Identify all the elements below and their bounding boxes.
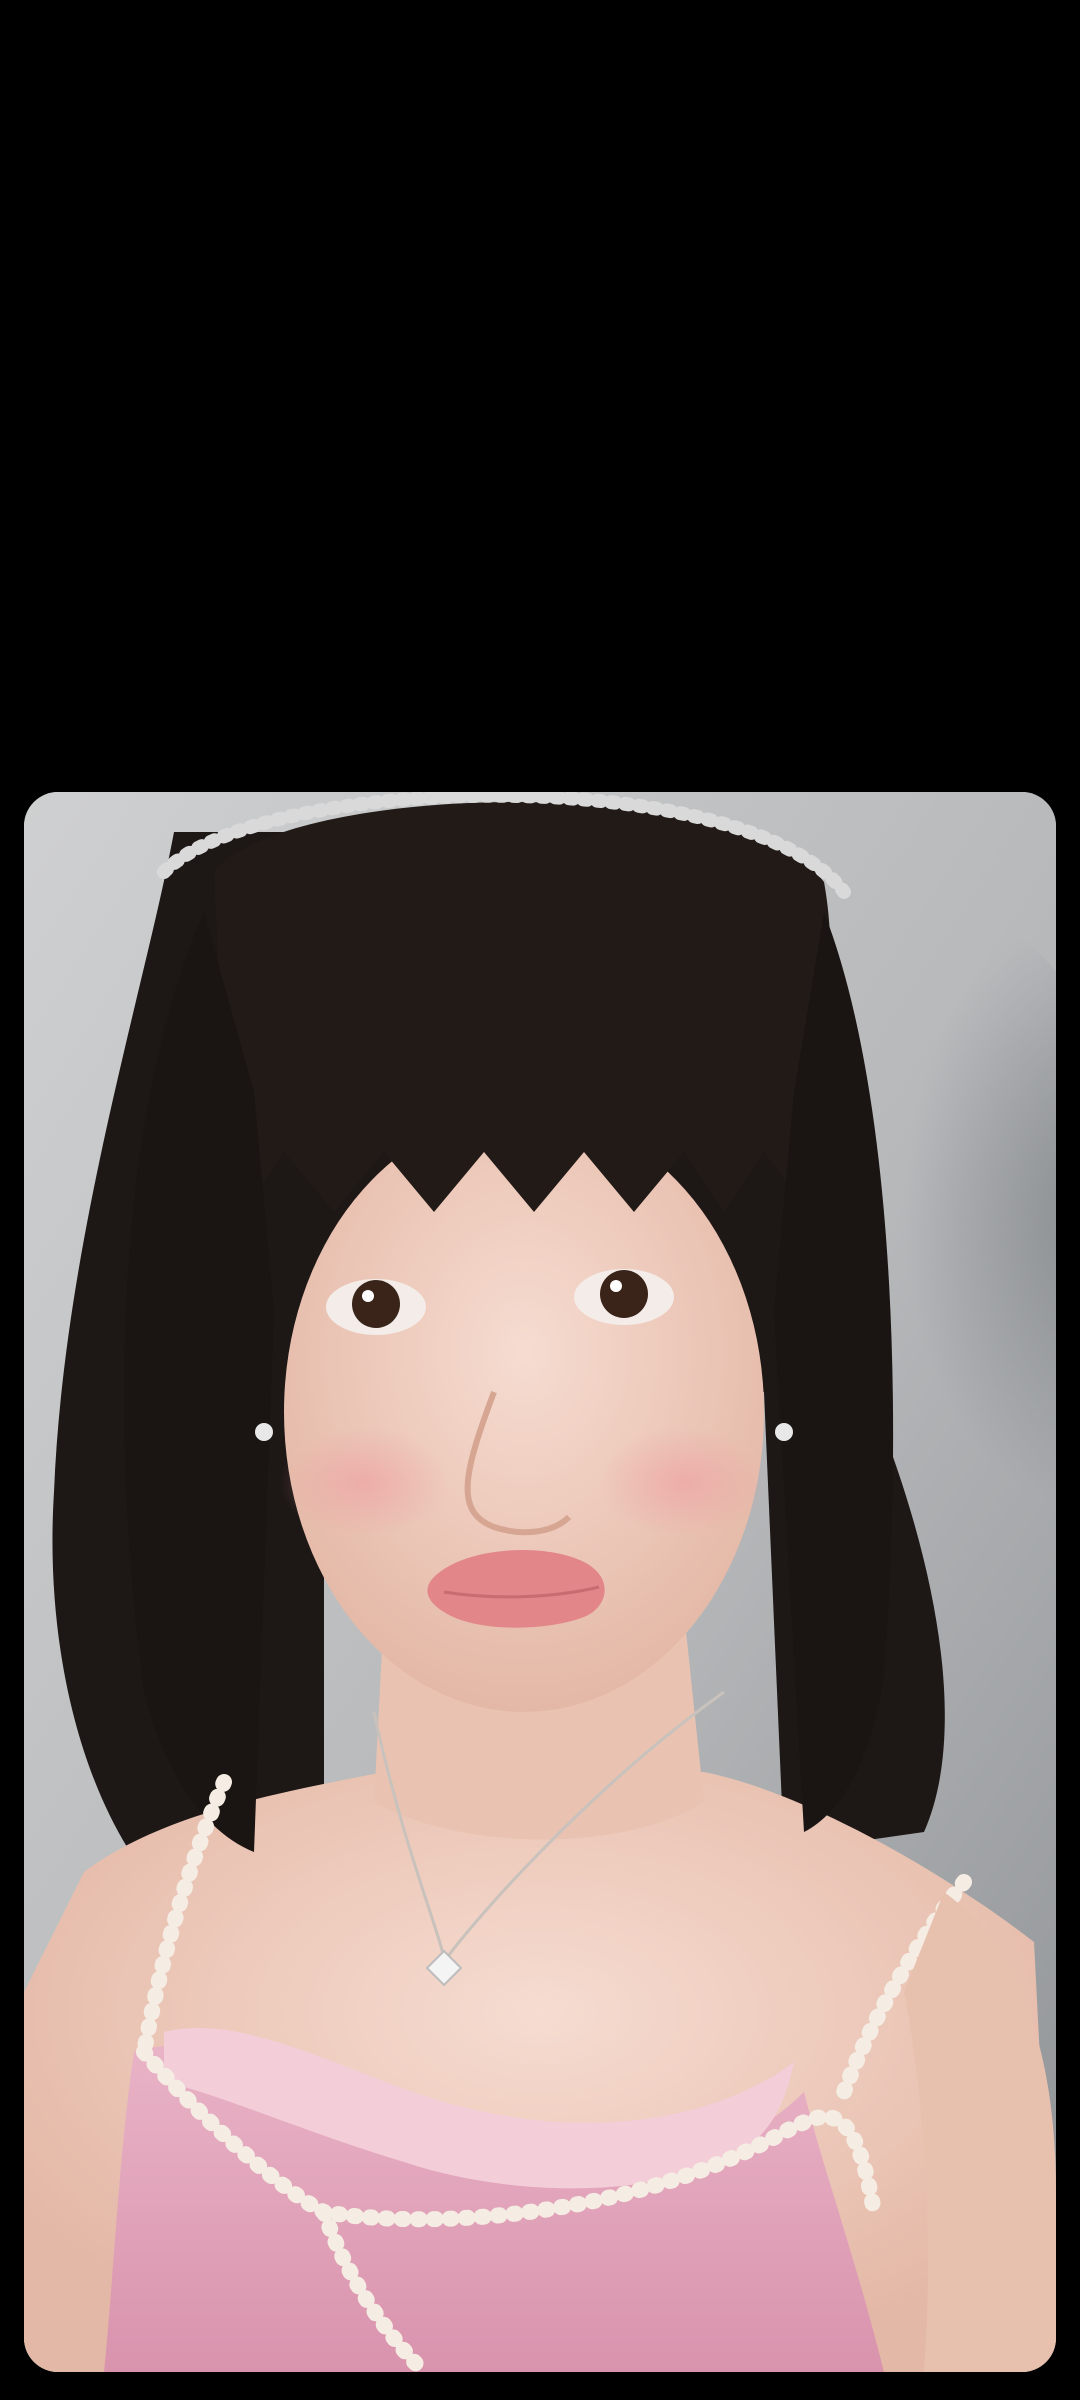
- hair-bangs: [214, 802, 831, 1212]
- blush-left: [279, 1427, 449, 1537]
- earring-left: [255, 1423, 273, 1441]
- earring-right: [775, 1423, 793, 1441]
- photo-image: [24, 792, 1056, 2372]
- letterbox-area: [0, 0, 1080, 790]
- photo-card[interactable]: [24, 792, 1056, 2372]
- blush-right: [599, 1427, 769, 1537]
- viewer-screen: [0, 0, 1080, 2400]
